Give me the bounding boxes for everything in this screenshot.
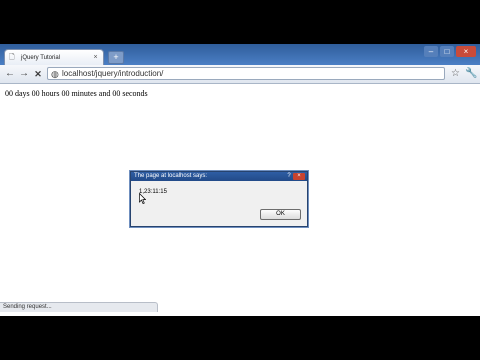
status-bubble: Sending request... bbox=[0, 302, 158, 312]
wrench-icon[interactable]: 🔧 bbox=[465, 68, 477, 80]
new-tab-button[interactable]: + bbox=[108, 51, 124, 64]
dialog-title: The page at localhost says: bbox=[134, 173, 208, 179]
star-icon[interactable]: ☆ bbox=[451, 68, 460, 80]
close-window-button[interactable]: × bbox=[456, 46, 476, 57]
tab-title: jQuery Tutorial bbox=[21, 54, 61, 61]
back-arrow-icon[interactable]: ← bbox=[4, 68, 16, 80]
minimize-button[interactable]: – bbox=[424, 46, 438, 57]
browser-window: 🗋 jQuery Tutorial × + – □ × ← → ✕ ◍ loca… bbox=[0, 44, 480, 316]
forward-arrow-icon[interactable]: → bbox=[18, 68, 30, 80]
dialog-titlebar: The page at localhost says: ? × bbox=[131, 172, 307, 181]
tab-strip: 🗋 jQuery Tutorial × + – □ × bbox=[0, 44, 480, 65]
status-text: Sending request... bbox=[3, 304, 52, 310]
url-text[interactable]: localhost/jquery/introduction/ bbox=[62, 68, 163, 80]
browser-toolbar: ← → ✕ ◍ localhost/jquery/introduction/ ☆… bbox=[0, 65, 480, 84]
close-icon[interactable]: × bbox=[293, 173, 305, 180]
mouse-cursor-icon bbox=[139, 193, 146, 204]
maximize-button[interactable]: □ bbox=[440, 46, 454, 57]
ok-button[interactable]: OK bbox=[260, 209, 301, 220]
countdown-text: 00 days 00 hours 00 minutes and 00 secon… bbox=[5, 89, 148, 98]
stop-icon[interactable]: ✕ bbox=[32, 68, 44, 80]
globe-icon: ◍ bbox=[51, 69, 59, 79]
alert-dialog: The page at localhost says: ? × 1,23:11:… bbox=[130, 171, 308, 227]
page-icon: 🗋 bbox=[9, 53, 15, 61]
help-icon[interactable]: ? bbox=[285, 173, 293, 180]
tab-close-icon[interactable]: × bbox=[92, 54, 99, 61]
tab-jquery-tutorial[interactable]: 🗋 jQuery Tutorial × bbox=[4, 49, 104, 65]
address-bar[interactable]: ◍ localhost/jquery/introduction/ bbox=[47, 67, 445, 80]
